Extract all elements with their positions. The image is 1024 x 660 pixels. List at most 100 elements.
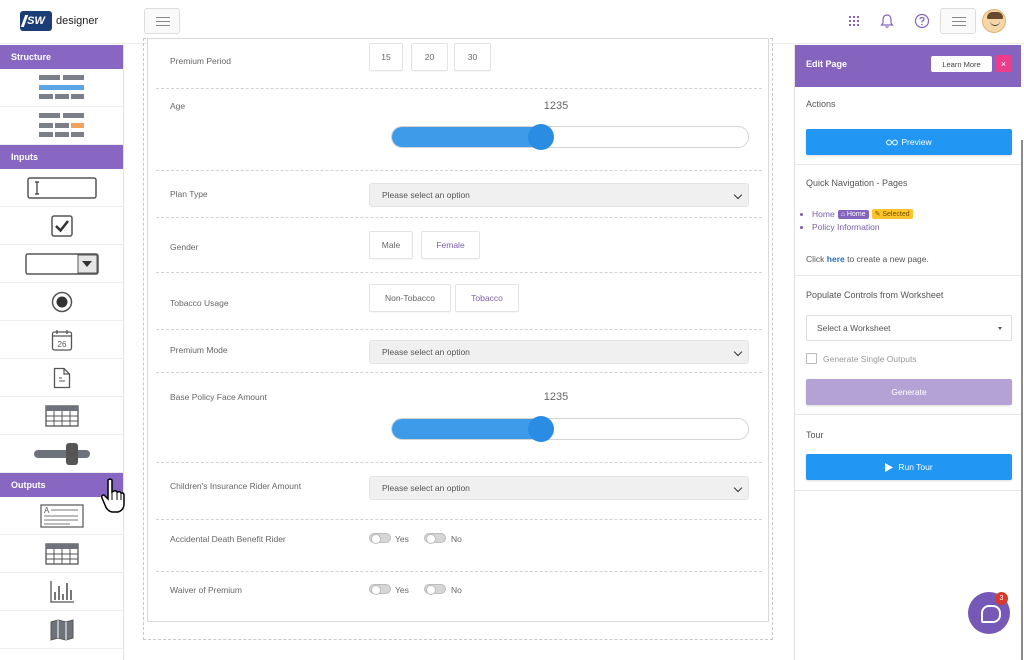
preview-label: Preview (901, 137, 932, 147)
dropdown-tool[interactable] (0, 245, 123, 283)
caret-down-icon (998, 327, 1002, 330)
checkbox-icon (50, 214, 73, 237)
file-upload-tool[interactable] (0, 359, 123, 397)
svg-text:A: A (44, 506, 50, 515)
map-icon (50, 618, 73, 641)
avatar[interactable] (982, 9, 1006, 33)
tobacco-option-non-tobacco[interactable]: Non-Tobacco (369, 284, 451, 312)
checkbox-tool[interactable] (0, 207, 123, 245)
actions-title: Actions (806, 99, 836, 109)
premium-mode-select-text: Please select an option (382, 347, 470, 357)
plan-type-label: Plan Type (170, 189, 208, 199)
generate-single-outputs-label: Generate Single Outputs (823, 354, 917, 364)
preview-button[interactable]: Preview (806, 129, 1012, 155)
home-badge: ⌂ Home (837, 210, 869, 219)
toolbox-section-structure: Structure (0, 45, 123, 69)
textbox-tool[interactable] (0, 169, 123, 207)
scrollbar[interactable] (1021, 140, 1023, 660)
help-icon[interactable] (914, 13, 930, 29)
file-icon (53, 367, 70, 388)
page-link-home[interactable]: Home (812, 209, 835, 219)
quick-nav-title: Quick Navigation - Pages (806, 178, 908, 188)
children-rider-select[interactable]: Please select an option (369, 476, 749, 500)
generate-button[interactable]: Generate (806, 379, 1012, 405)
face-amount-slider-track[interactable] (391, 418, 749, 440)
waiver-no-toggle[interactable] (424, 584, 446, 595)
tobacco-option-tobacco[interactable]: Tobacco (455, 284, 519, 312)
hand-cursor-icon (100, 478, 128, 516)
plan-type-row[interactable]: Plan Type Please select an option (156, 172, 762, 218)
tobacco-row[interactable]: Tobacco Usage Non-Tobacco Tobacco (156, 274, 762, 330)
premium-mode-label: Premium Mode (170, 345, 228, 355)
generate-single-outputs-checkbox[interactable] (806, 353, 817, 364)
premium-period-option-20[interactable]: 20 (411, 43, 448, 71)
table-input-tool[interactable] (0, 397, 123, 435)
page-link-policy-information[interactable]: Policy Information (812, 222, 880, 232)
bell-icon[interactable] (879, 13, 895, 29)
radio-tool[interactable] (0, 283, 123, 321)
bar-chart-icon (49, 580, 74, 603)
actions-section: Actions Preview (795, 87, 1022, 165)
tobacco-label: Tobacco Usage (170, 298, 229, 308)
accidental-death-yes-toggle[interactable] (369, 533, 391, 544)
run-tour-button[interactable]: Run Tour (806, 454, 1012, 480)
logo-mark: SW (20, 11, 52, 31)
text-output-icon: A (39, 503, 84, 528)
waiver-row[interactable]: Waiver of Premium Yes No (156, 573, 762, 623)
face-amount-row[interactable]: Base Policy Face Amount 1235 (156, 374, 762, 463)
gender-option-male[interactable]: Male (369, 231, 413, 259)
menu-button[interactable] (940, 8, 976, 34)
logo-text: designer (56, 15, 99, 27)
sidebar-toggle-button[interactable] (144, 8, 180, 34)
premium-mode-select[interactable]: Please select an option (369, 340, 749, 364)
calendar-icon: 26 (51, 329, 72, 351)
close-panel-button[interactable]: × (995, 55, 1012, 72)
chart-output-tool[interactable] (0, 573, 123, 611)
row-layout-icon (38, 74, 84, 99)
gender-row[interactable]: Gender Male Female (156, 219, 762, 273)
waiver-label: Waiver of Premium (170, 585, 242, 595)
preview-icon (886, 139, 899, 145)
run-tour-label: Run Tour (898, 462, 933, 472)
create-page-link[interactable]: here (827, 254, 845, 264)
table-output-tool[interactable] (0, 535, 123, 573)
map-output-tool[interactable] (0, 611, 123, 649)
panel-header: Edit Page Learn More × (795, 45, 1021, 87)
age-label: Age (170, 101, 186, 111)
waiver-yes-toggle[interactable] (369, 584, 391, 595)
slider-tool[interactable] (0, 435, 123, 473)
slider-icon (33, 442, 90, 465)
row-layout-tool[interactable] (0, 69, 123, 107)
age-slider-handle[interactable] (528, 124, 555, 150)
textbox-icon (26, 176, 97, 199)
date-tool[interactable]: 26 (0, 321, 123, 359)
table-icon (44, 404, 79, 427)
premium-period-option-15[interactable]: 15 (369, 43, 403, 71)
app-logo[interactable]: SW designer (20, 10, 106, 32)
chevron-down-icon (733, 347, 743, 357)
page-canvas: Premium Period 15 20 30 Age 1235 Plan Ty… (147, 38, 769, 622)
apps-grid-icon[interactable] (846, 13, 862, 29)
face-amount-slider-handle[interactable] (528, 416, 555, 442)
accidental-death-row[interactable]: Accidental Death Benefit Rider Yes No (156, 521, 762, 572)
worksheet-select[interactable]: Select a Worksheet (806, 315, 1012, 341)
gender-label: Gender (170, 242, 199, 252)
populate-title: Populate Controls from Worksheet (806, 290, 944, 300)
premium-period-option-30[interactable]: 30 (454, 43, 491, 71)
learn-more-button[interactable]: Learn More (931, 56, 992, 72)
age-row[interactable]: Age 1235 (156, 90, 762, 171)
control-toolbox: Structure Inputs 26 Outputs A (0, 45, 124, 660)
age-slider-track[interactable] (391, 126, 749, 148)
premium-mode-row[interactable]: Premium Mode Please select an option (156, 331, 762, 373)
plan-type-select[interactable]: Please select an option (369, 183, 749, 207)
gender-option-female[interactable]: Female (421, 231, 480, 259)
page-item-policy-information[interactable]: Policy Information (812, 222, 913, 232)
accidental-death-yes-label: Yes (395, 534, 409, 544)
column-layout-tool[interactable] (0, 107, 123, 145)
face-amount-label: Base Policy Face Amount (170, 392, 267, 402)
accidental-death-no-toggle[interactable] (424, 533, 446, 544)
page-item-home[interactable]: Home⌂ Home✎ Selected (812, 209, 913, 219)
quick-nav-section: Quick Navigation - Pages Home⌂ Home✎ Sel… (795, 166, 1022, 276)
children-rider-row[interactable]: Children's Insurance Rider Amount Please… (156, 464, 762, 520)
premium-period-row[interactable]: Premium Period 15 20 30 (156, 39, 762, 89)
